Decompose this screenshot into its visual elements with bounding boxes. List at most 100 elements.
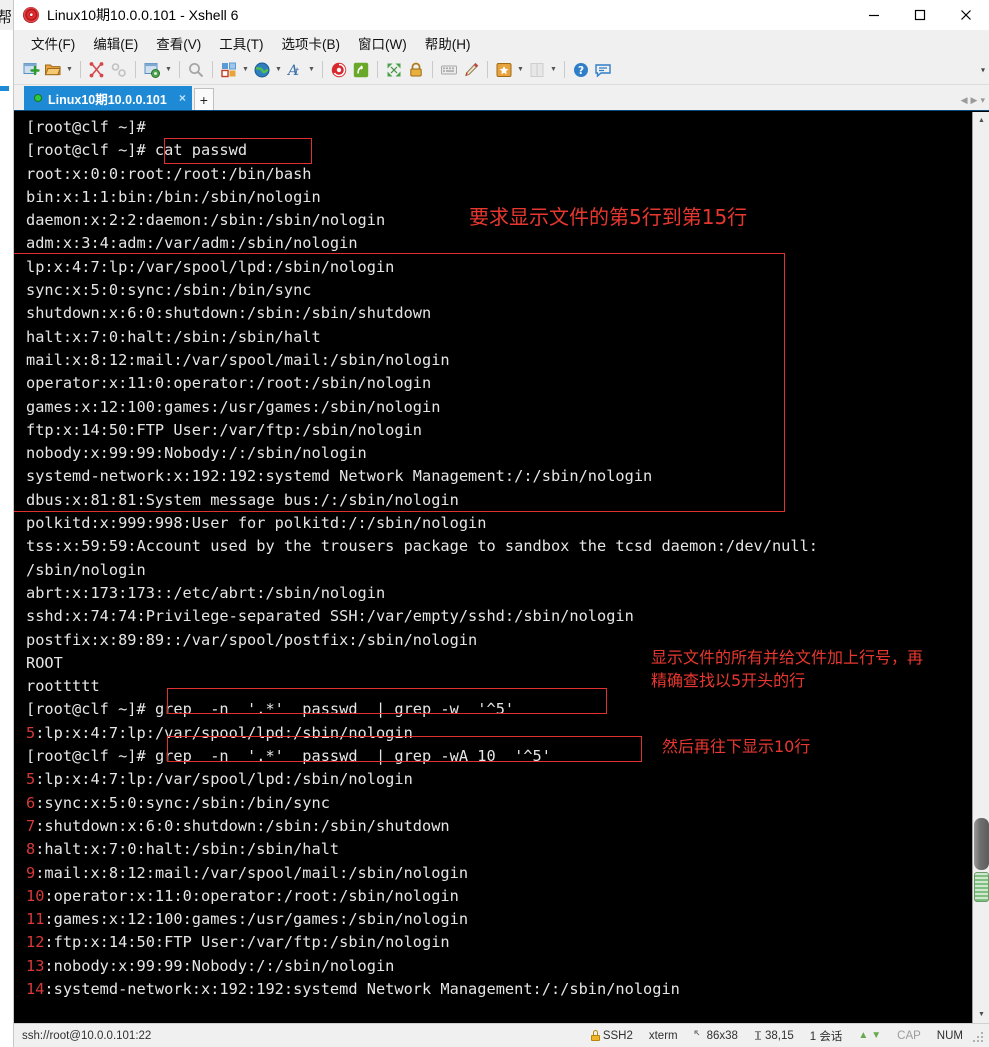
match-line-number: 10: [26, 886, 45, 905]
toolbar-separator: [564, 61, 565, 78]
status-num: NUM: [936, 1029, 963, 1042]
terminal-prompt-line: [root@clf ~]# grep -n '.*' passwd | grep…: [26, 698, 972, 721]
status-terminal-type: xterm: [648, 1029, 678, 1042]
star-icon[interactable]: [493, 59, 515, 81]
fullscreen-icon[interactable]: [383, 59, 405, 81]
menu-bar: 文件(F) 编辑(E) 查看(V) 工具(T) 选项卡(B) 窗口(W) 帮助(…: [14, 30, 989, 55]
resize-icon: [694, 1030, 699, 1036]
terminal-output-line: operator:x:11:0:operator:/root:/sbin/nol…: [26, 374, 432, 393]
terminal-output-line: systemd-network:x:192:192:systemd Networ…: [26, 467, 653, 486]
tool-bar: ▼ ▼ ▼ ▼ A t ▼ ▼ ▼ ? ▾: [14, 55, 989, 85]
match-line-text: :operator:x:11:0:operator:/root:/sbin/no…: [44, 886, 459, 905]
help-icon[interactable]: ?: [570, 59, 592, 81]
match-line-number: 13: [26, 956, 45, 975]
menu-view[interactable]: 查看(V): [147, 30, 210, 56]
menu-tools[interactable]: 工具(T): [210, 30, 272, 56]
globe-icon[interactable]: [251, 59, 273, 81]
toolbar-overflow-icon[interactable]: ▾: [981, 65, 985, 74]
annotation-line-range: 要求显示文件的第5行到第15行: [469, 205, 748, 229]
match-line-text: :systemd-network:x:192:192:systemd Netwo…: [44, 979, 680, 998]
match-line-number: 8: [26, 840, 36, 859]
window-title: Linux10期10.0.0.101 - Xshell 6: [47, 6, 239, 23]
status-transfer-arrows: ▲ ▼: [850, 1030, 889, 1041]
menu-file[interactable]: 文件(F): [22, 30, 84, 56]
menu-edit[interactable]: 编辑(E): [84, 30, 147, 56]
menu-tabs[interactable]: 选项卡(B): [273, 30, 350, 56]
open-folder-dropdown-icon[interactable]: ▼: [64, 59, 75, 81]
menu-window[interactable]: 窗口(W): [349, 30, 416, 56]
open-folder-icon[interactable]: [42, 59, 64, 81]
xshell-icon[interactable]: [328, 59, 350, 81]
session-properties-dropdown-icon[interactable]: ▼: [163, 59, 174, 81]
match-line-text: :games:x:12:100:games:/usr/games:/sbin/n…: [44, 910, 469, 929]
terminal-prompt-line: [root@clf ~]# grep -n '.*' passwd | grep…: [26, 745, 972, 768]
terminal-output-line: nobody:x:99:99:Nobody:/:/sbin/nologin: [26, 444, 367, 463]
layout-dropdown-icon[interactable]: ▼: [240, 59, 251, 81]
resize-grip-icon[interactable]: [973, 1029, 985, 1042]
svg-text:t: t: [295, 67, 300, 78]
minimize-button[interactable]: [851, 0, 897, 30]
keyboard-icon[interactable]: [438, 59, 460, 81]
match-line-text: :mail:x:8:12:mail:/var/spool/mail:/sbin/…: [35, 863, 469, 882]
new-session-icon[interactable]: [20, 59, 42, 81]
xftp-icon[interactable]: [350, 59, 372, 81]
background-window-sliver: 帮: [0, 0, 14, 1047]
close-button[interactable]: [943, 0, 989, 30]
xshell-spiral-icon: [22, 6, 40, 24]
new-tab-button[interactable]: +: [193, 88, 214, 110]
terminal-output-line: 12:ftp:x:14:50:FTP User:/var/ftp:/sbin/n…: [26, 931, 972, 954]
tab-close-icon[interactable]: ×: [179, 91, 186, 105]
terminal-scrollbar[interactable]: ▲ ▼: [972, 112, 989, 1023]
annotation-show-10-more: 然后再往下显示10行: [662, 737, 811, 756]
match-line-number: 7: [26, 816, 36, 835]
feedback-icon[interactable]: [592, 59, 614, 81]
lock-icon[interactable]: [405, 59, 427, 81]
annotation-add-line-numbers: 显示文件的所有并给文件加上行号，再 精确查找以5开头的行: [651, 648, 924, 690]
match-line-number: 5: [26, 723, 36, 742]
layout-icon[interactable]: [218, 59, 240, 81]
font-icon[interactable]: A t: [284, 59, 306, 81]
terminal-output-line: games:x:12:100:games:/usr/games:/sbin/no…: [26, 397, 441, 416]
tab-nav-next-icon[interactable]: ▶: [971, 95, 978, 106]
terminal-output-line: 11:games:x:12:100:games:/usr/games:/sbin…: [26, 908, 972, 931]
cut-icon[interactable]: [86, 59, 108, 81]
find-icon[interactable]: [185, 59, 207, 81]
column-dropdown-icon[interactable]: ▼: [548, 59, 559, 81]
terminal-prompt-line: [root@clf ~]#: [26, 118, 146, 136]
terminal-output-line: polkitd:x:999:998:User for polkitd:/:/sb…: [26, 514, 487, 533]
terminal-output-line: shutdown:x:6:0:shutdown:/sbin:/sbin/shut…: [26, 304, 432, 323]
terminal-output-line: abrt:x:173:173::/etc/abrt:/sbin/nologin: [26, 583, 386, 602]
match-line-text: :lp:x:4:7:lp:/var/spool/lpd:/sbin/nologi…: [35, 723, 413, 742]
globe-dropdown-icon[interactable]: ▼: [273, 59, 284, 81]
star-dropdown-icon[interactable]: ▼: [515, 59, 526, 81]
terminal-prompt-line: [root@clf ~]# cat passwd: [26, 141, 248, 160]
session-properties-icon[interactable]: [141, 59, 163, 81]
scroll-up-arrow-icon[interactable]: ▲: [973, 112, 989, 129]
font-dropdown-icon[interactable]: ▼: [306, 59, 317, 81]
toolbar-separator: [179, 61, 180, 78]
match-line-number: 11: [26, 910, 45, 929]
scroll-down-arrow-icon[interactable]: ▼: [973, 1006, 989, 1023]
terminal-output-line: root:x:0:0:root:/root:/bin/bash: [26, 164, 312, 183]
main-window: Linux10期10.0.0.101 - Xshell 6 文件(F) 编辑(E…: [14, 0, 989, 1047]
scrollbar-thumb-secondary[interactable]: [974, 872, 989, 902]
maximize-button[interactable]: [897, 0, 943, 30]
terminal-output-line: 5:lp:x:4:7:lp:/var/spool/lpd:/sbin/nolog…: [26, 768, 972, 791]
terminal-output-line: ftp:x:14:50:FTP User:/var/ftp:/sbin/nolo…: [26, 420, 423, 439]
terminal-output-line: sync:x:5:0:sync:/sbin:/bin/sync: [26, 281, 312, 300]
terminal-output-line: 7:shutdown:x:6:0:shutdown:/sbin:/sbin/sh…: [26, 815, 972, 838]
tab-nav-menu-icon[interactable]: ▾: [980, 95, 985, 106]
session-tab[interactable]: Linux10期10.0.0.101 ×: [24, 86, 192, 110]
terminal-output-line: 8:halt:x:7:0:halt:/sbin:/sbin/halt: [26, 838, 972, 861]
scrollbar-thumb[interactable]: [974, 818, 989, 870]
tab-nav-prev-icon[interactable]: ◀: [961, 95, 968, 106]
highlight-pen-icon[interactable]: [460, 59, 482, 81]
match-line-text: :sync:x:5:0:sync:/sbin:/bin/sync: [35, 793, 330, 812]
terminal-output-line: sshd:x:74:74:Privilege-separated SSH:/va…: [26, 607, 634, 626]
toolbar-separator: [322, 61, 323, 78]
title-bar[interactable]: Linux10期10.0.0.101 - Xshell 6: [14, 0, 989, 30]
status-bar: ssh://root@10.0.0.101:22 SSH2 xterm 86x3…: [14, 1023, 989, 1047]
terminal-output[interactable]: [root@clf ~]# [root@clf ~]# cat passwd roo…: [14, 112, 972, 1023]
toolbar-separator: [487, 61, 488, 78]
menu-help[interactable]: 帮助(H): [416, 30, 480, 56]
